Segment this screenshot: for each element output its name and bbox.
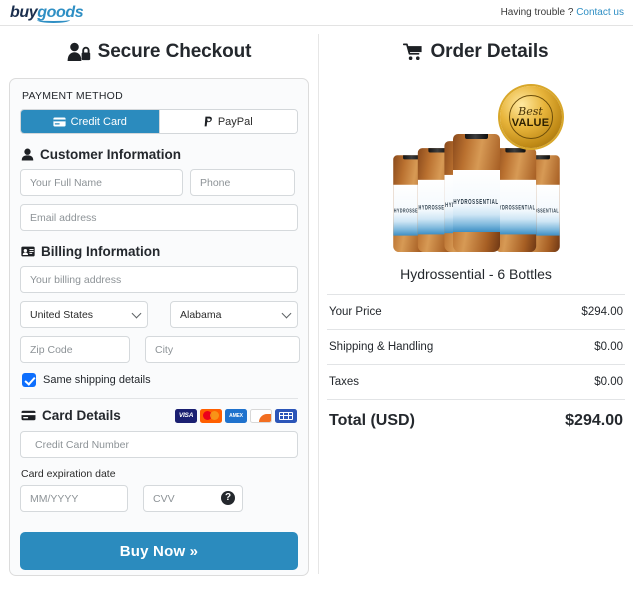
tab-paypal-label: PayPal bbox=[217, 115, 253, 128]
summary-row-your-price: Your Price $294.00 bbox=[327, 294, 625, 329]
total-value: $294.00 bbox=[565, 411, 623, 429]
best-value-badge: Best VALUE bbox=[499, 86, 562, 148]
summary-value: $0.00 bbox=[594, 376, 623, 388]
summary-label: Shipping & Handling bbox=[329, 341, 434, 353]
contact-us-link[interactable]: Contact us bbox=[576, 7, 624, 18]
full-name-input[interactable] bbox=[20, 169, 183, 196]
order-details-title: Order Details bbox=[327, 26, 625, 78]
amex-icon: AMEX bbox=[225, 408, 247, 423]
product-image: HYDROSSENTIAL HYDROSSENTIAL HYDROSSENTIA… bbox=[327, 80, 625, 252]
summary-label: Taxes bbox=[329, 376, 360, 388]
order-details-column: Order Details HYDROSSENTIAL HYDROSSENTIA… bbox=[319, 26, 633, 597]
same-shipping-row: Same shipping details bbox=[22, 373, 298, 387]
having-trouble-label: Having trouble ? bbox=[500, 7, 574, 18]
card-icon bbox=[21, 410, 36, 421]
customer-name-phone-row bbox=[20, 169, 298, 196]
discover-icon bbox=[250, 408, 272, 423]
country-state-row: United States Alabama bbox=[20, 301, 298, 328]
card-expiration-label: Card expiration date bbox=[21, 468, 116, 480]
email-input[interactable] bbox=[20, 204, 298, 231]
country-select-value: United States bbox=[30, 308, 94, 321]
customer-information-heading: Customer Information bbox=[21, 147, 298, 162]
summary-row-total: Total (USD) $294.00 bbox=[327, 399, 625, 441]
card-details-header-row: Card Details VISA AMEX bbox=[21, 408, 297, 423]
phone-input[interactable] bbox=[190, 169, 295, 196]
summary-row-shipping: Shipping & Handling $0.00 bbox=[327, 329, 625, 364]
logo-swoosh-icon bbox=[37, 17, 70, 23]
card-details-label: Card Details bbox=[42, 408, 121, 423]
card-number-row bbox=[20, 431, 298, 458]
id-card-icon bbox=[21, 246, 35, 257]
tab-paypal[interactable]: PayPal bbox=[158, 110, 297, 133]
summary-row-taxes: Taxes $0.00 bbox=[327, 364, 625, 399]
customer-information-label: Customer Information bbox=[40, 147, 182, 162]
total-label: Total (USD) bbox=[329, 411, 415, 429]
bottle-label-text: HYDROSSENTIAL bbox=[495, 203, 535, 211]
country-select-wrap: United States bbox=[20, 301, 148, 328]
tab-credit-card-label: Credit Card bbox=[70, 115, 127, 128]
credit-card-icon bbox=[53, 117, 66, 127]
state-select[interactable]: Alabama bbox=[170, 301, 298, 328]
summary-value: $0.00 bbox=[594, 341, 623, 353]
buygoods-logo[interactable]: buygoods bbox=[10, 3, 84, 23]
zip-code-input[interactable] bbox=[20, 336, 130, 363]
expiration-cvv-row: ? bbox=[20, 485, 298, 512]
section-divider bbox=[20, 398, 298, 399]
cvv-wrap: ? bbox=[143, 485, 243, 512]
logo-text-buy: buy bbox=[10, 3, 38, 21]
visa-icon: VISA bbox=[175, 408, 197, 423]
payment-method-tabs: Credit Card PayPal bbox=[20, 109, 298, 134]
paypal-icon bbox=[204, 116, 213, 127]
state-select-wrap: Alabama bbox=[170, 301, 298, 328]
mastercard-icon bbox=[200, 408, 222, 423]
product-name: Hydrossential - 6 Bottles bbox=[400, 266, 552, 282]
zip-city-row bbox=[20, 336, 300, 363]
help-text-container: Having trouble ? Contact us bbox=[501, 7, 624, 18]
shopping-cart-icon bbox=[403, 43, 423, 61]
question-mark-icon[interactable]: ? bbox=[221, 491, 235, 505]
badge-value-text: VALUE bbox=[511, 116, 550, 129]
badge-best-text: Best bbox=[518, 104, 543, 118]
payment-card-panel: PAYMENT METHOD Credit Card PayPal Custom… bbox=[9, 78, 309, 576]
summary-value: $294.00 bbox=[581, 306, 623, 318]
billing-address-input[interactable] bbox=[20, 266, 298, 293]
tab-credit-card[interactable]: Credit Card bbox=[21, 110, 159, 133]
state-select-value: Alabama bbox=[180, 308, 222, 321]
bottle-group: HYDROSSENTIAL HYDROSSENTIAL HYDROSSENTIA… bbox=[389, 84, 564, 252]
billing-information-heading: Billing Information bbox=[21, 244, 298, 259]
badge-inner-ring: Best VALUE bbox=[508, 95, 553, 139]
same-shipping-checkbox[interactable] bbox=[22, 373, 36, 387]
top-header-bar: buygoods Having trouble ? Contact us bbox=[0, 0, 633, 26]
buy-now-button[interactable]: Buy Now » bbox=[20, 532, 298, 570]
product-bottle: HYDROSSENTIAL bbox=[494, 148, 536, 252]
country-select[interactable]: United States bbox=[20, 301, 148, 328]
summary-label: Your Price bbox=[329, 306, 382, 318]
customer-email-row bbox=[20, 204, 298, 231]
user-icon bbox=[21, 148, 34, 161]
user-lock-icon bbox=[67, 42, 91, 62]
billing-information-label: Billing Information bbox=[41, 244, 161, 259]
generic-card-icon bbox=[275, 408, 297, 423]
credit-card-number-input[interactable] bbox=[20, 431, 298, 458]
secure-checkout-title: Secure Checkout bbox=[9, 26, 309, 78]
payment-method-label: PAYMENT METHOD bbox=[22, 90, 123, 102]
same-shipping-label: Same shipping details bbox=[43, 374, 151, 386]
secure-checkout-label: Secure Checkout bbox=[97, 41, 252, 62]
bottle-label: HYDROSSENTIAL bbox=[494, 179, 536, 235]
accepted-card-brands: VISA AMEX bbox=[175, 408, 297, 423]
page-body: Secure Checkout PAYMENT METHOD Credit Ca… bbox=[0, 26, 633, 597]
bottle-label-text: HYDROSSENTIAL bbox=[453, 197, 499, 205]
order-details-label: Order Details bbox=[430, 41, 549, 62]
card-expiration-input[interactable] bbox=[20, 485, 128, 512]
card-details-heading: Card Details bbox=[21, 408, 121, 423]
city-input[interactable] bbox=[145, 336, 300, 363]
bottle-label: HYDROSSENTIAL bbox=[452, 170, 500, 232]
checkout-column: Secure Checkout PAYMENT METHOD Credit Ca… bbox=[0, 26, 318, 597]
billing-address-row bbox=[20, 266, 298, 293]
product-bottle: HYDROSSENTIAL bbox=[452, 134, 500, 252]
